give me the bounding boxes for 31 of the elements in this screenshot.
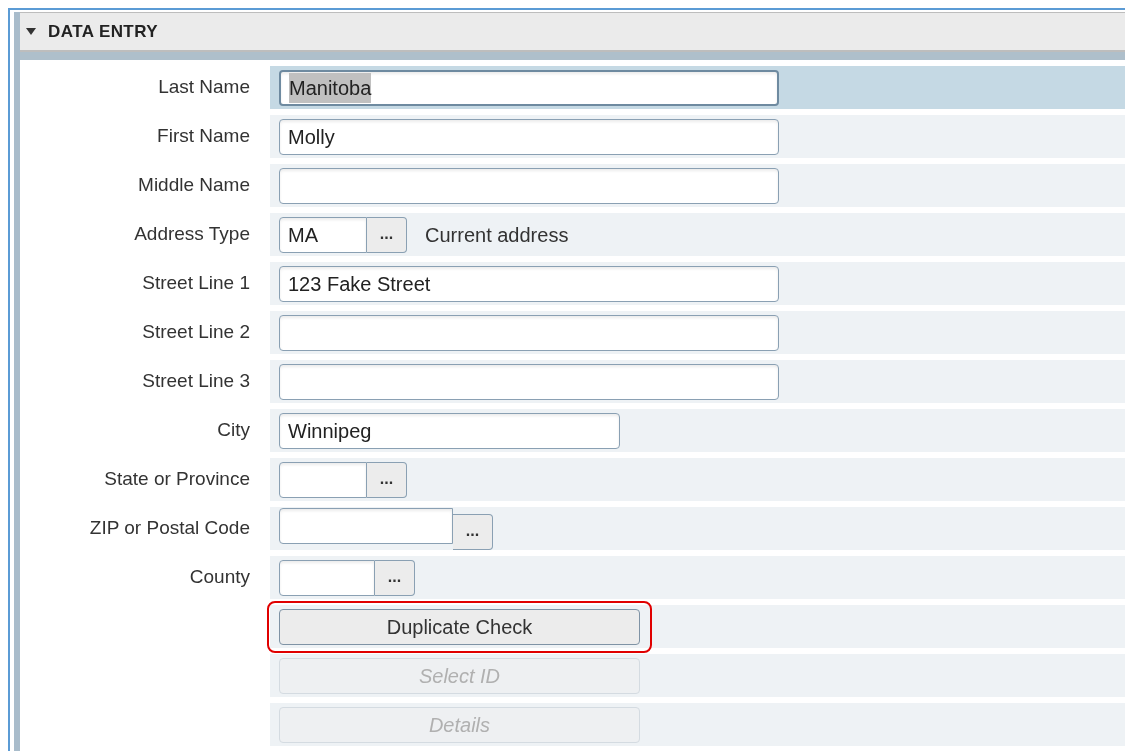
field-label: Last Name bbox=[158, 75, 250, 100]
input-field[interactable] bbox=[279, 363, 779, 400]
action-button[interactable]: Duplicate Check bbox=[279, 608, 640, 645]
lookup-button[interactable]: ... bbox=[375, 559, 415, 596]
input-field[interactable] bbox=[279, 314, 779, 351]
input-field[interactable] bbox=[279, 559, 375, 596]
input-field[interactable] bbox=[279, 461, 367, 498]
input-field[interactable]: Manitoba bbox=[279, 69, 779, 106]
field-label: First Name bbox=[157, 124, 250, 149]
field-label: Address Type bbox=[134, 222, 250, 247]
field-label: ZIP or Postal Code bbox=[89, 516, 250, 541]
field-label: City bbox=[217, 418, 250, 443]
panel-header[interactable]: DATA ENTRY bbox=[20, 12, 1125, 52]
input-field[interactable]: 123 Fake Street bbox=[279, 265, 779, 302]
field-label: Middle Name bbox=[138, 173, 250, 198]
field-description: Current address bbox=[425, 222, 569, 248]
input-field[interactable] bbox=[279, 507, 453, 544]
input-field[interactable]: Winnipeg bbox=[279, 412, 620, 449]
lookup-button[interactable]: ... bbox=[453, 513, 493, 550]
field-label: Street Line 3 bbox=[142, 369, 250, 394]
field-label: County bbox=[189, 565, 250, 590]
input-field[interactable]: MA bbox=[279, 216, 367, 253]
collapse-triangle-icon[interactable] bbox=[26, 27, 36, 36]
field-label: Street Line 2 bbox=[142, 320, 250, 345]
lookup-button[interactable]: ... bbox=[367, 216, 407, 253]
lookup-button[interactable]: ... bbox=[367, 461, 407, 498]
input-field[interactable]: Molly bbox=[279, 118, 779, 155]
field-label: State or Province bbox=[104, 467, 250, 492]
panel-title: DATA ENTRY bbox=[48, 20, 159, 43]
field-label: Street Line 1 bbox=[142, 271, 250, 296]
input-field[interactable] bbox=[279, 167, 779, 204]
